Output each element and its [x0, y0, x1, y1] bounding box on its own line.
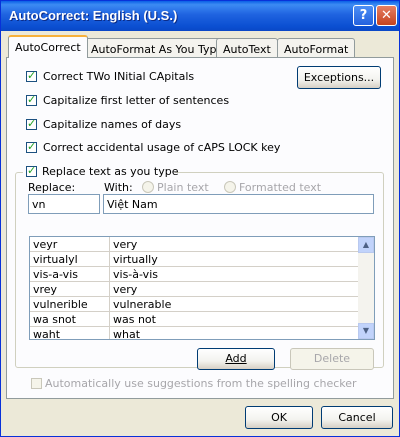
list-item[interactable]: veyr very — [30, 237, 360, 252]
help-button[interactable]: ? — [353, 5, 374, 26]
list-item[interactable]: vis-a-vis vis-à-vis — [30, 267, 360, 282]
with-input[interactable]: Việt Nam — [103, 194, 374, 214]
entry-with: very — [113, 238, 138, 251]
list-item[interactable]: vrey very — [30, 282, 360, 297]
spelling-suggestions-label: Automatically use suggestions from the s… — [45, 377, 357, 390]
caps-lock-label: Correct accidental usage of cAPS LOCK ke… — [43, 141, 281, 154]
tab-autotext[interactable]: AutoText — [216, 38, 278, 58]
check-icon: ✓ — [27, 164, 37, 177]
plain-text-radio[interactable] — [142, 181, 154, 193]
tab-autoformat[interactable]: AutoFormat — [277, 38, 356, 58]
list-item[interactable]: virtualyl virtually — [30, 252, 360, 267]
check-icon: ✓ — [27, 69, 37, 82]
scroll-down-icon[interactable]: ▼ — [358, 323, 374, 339]
entry-replace: vis-a-vis — [33, 268, 78, 281]
entry-with: what — [113, 328, 141, 340]
entry-with: virtually — [113, 253, 158, 266]
autocorrect-dialog: AutoCorrect: English (U.S.) ? ✕ AutoCorr… — [0, 0, 400, 437]
entry-replace: veyr — [33, 238, 58, 251]
capitalize-sentences-checkbox[interactable]: ✓ — [26, 93, 37, 106]
with-label: With: — [104, 181, 133, 194]
title-bar: AutoCorrect: English (U.S.) ? ✕ — [1, 1, 399, 31]
replace-text-label: Replace text as you type — [42, 165, 179, 178]
window-title: AutoCorrect: English (U.S.) — [9, 8, 178, 23]
list-item[interactable]: vulnerible vulnerable — [30, 297, 360, 312]
correct-two-initials-checkbox[interactable]: ✓ — [26, 69, 37, 82]
list-item[interactable]: waht what — [30, 327, 360, 340]
check-icon: ✓ — [27, 117, 37, 130]
entry-with: vis-à-vis — [113, 268, 158, 281]
capitalize-days-checkbox[interactable]: ✓ — [26, 117, 37, 130]
tab-autoformat-as-you-type[interactable]: AutoFormat As You Type — [84, 38, 231, 58]
capitalize-sentences-label: Capitalize first letter of sentences — [43, 94, 230, 107]
replace-text-checkbox[interactable]: ✓ — [26, 164, 37, 177]
delete-button[interactable]: Delete — [290, 348, 374, 370]
tab-autocorrect[interactable]: AutoCorrect — [8, 35, 88, 58]
list-item[interactable]: wa snot was not — [30, 312, 360, 327]
formatted-text-label: Formatted text — [239, 181, 322, 194]
entry-replace: vrey — [33, 283, 58, 296]
add-button[interactable]: Add — [197, 348, 275, 370]
spelling-suggestions-checkbox[interactable] — [31, 378, 42, 389]
list-scrollbar[interactable]: ▲ ▼ — [358, 237, 374, 339]
formatted-text-radio[interactable] — [224, 181, 236, 193]
entry-with: very — [113, 283, 138, 296]
check-icon: ✓ — [27, 93, 37, 106]
check-icon: ✓ — [27, 140, 37, 153]
caps-lock-checkbox[interactable]: ✓ — [26, 140, 37, 153]
correct-two-initials-label: Correct TWo INitial CApitals — [43, 70, 195, 83]
entry-replace: virtualyl — [33, 253, 78, 266]
scroll-up-icon[interactable]: ▲ — [358, 237, 374, 253]
replace-label: Replace: — [28, 181, 76, 194]
capitalize-days-label: Capitalize names of days — [43, 118, 182, 131]
replace-input[interactable]: vn — [28, 194, 100, 214]
entry-replace: wa snot — [33, 313, 76, 326]
entry-replace: vulnerible — [33, 298, 88, 311]
cancel-button[interactable]: Cancel — [321, 406, 393, 429]
entry-with: vulnerable — [113, 298, 172, 311]
entry-with: was not — [113, 313, 156, 326]
entries-list[interactable]: veyr very virtualyl virtually vis-a-vis … — [29, 236, 375, 340]
ok-button[interactable]: OK — [245, 406, 313, 429]
entry-replace: waht — [33, 328, 61, 340]
close-button[interactable]: ✕ — [376, 5, 397, 26]
exceptions-button[interactable]: Exceptions... — [297, 66, 381, 89]
plain-text-label: Plain text — [157, 181, 209, 194]
